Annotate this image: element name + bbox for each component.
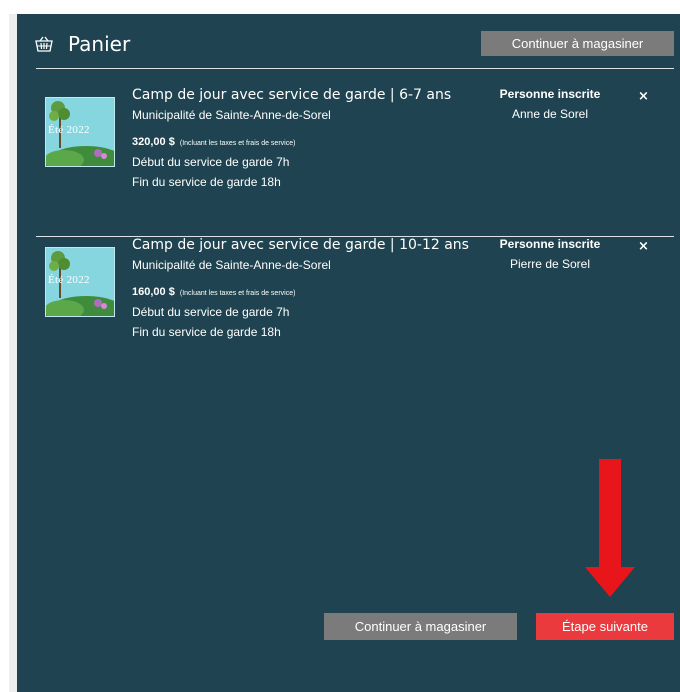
- activity-thumbnail: Été 2022: [45, 97, 115, 167]
- item-title: Camp de jour avec service de garde | 6-7…: [132, 87, 452, 103]
- item-detail-end: Fin du service de garde 18h: [132, 175, 281, 189]
- price-value: 160,00 $: [132, 286, 175, 298]
- thumbnail-text: Été 2022: [48, 124, 90, 136]
- continue-shopping-button-bottom[interactable]: Continuer à magasiner: [324, 613, 517, 640]
- red-arrow-down-icon: [585, 459, 635, 597]
- registered-person-label: Personne inscrite: [499, 237, 601, 251]
- item-detail-end: Fin du service de garde 18h: [132, 325, 281, 339]
- cart-item: Été 2022 Camp de jour avec service de ga…: [36, 219, 674, 369]
- registered-person-name: Anne de Sorel: [511, 107, 589, 121]
- price-note: (Incluant les taxes et frais de service): [179, 290, 296, 297]
- next-step-button[interactable]: Étape suivante: [536, 613, 674, 640]
- basket-icon: [35, 36, 53, 52]
- activity-thumbnail: Été 2022: [45, 247, 115, 317]
- cart-header: Panier Continuer à magasiner: [17, 14, 680, 68]
- item-detail-start: Début du service de garde 7h: [132, 305, 290, 319]
- registered-person-name: Pierre de Sorel: [509, 257, 591, 271]
- remove-item-button[interactable]: ×: [638, 239, 649, 254]
- item-municipality: Municipalité de Sainte-Anne-de-Sorel: [132, 258, 331, 272]
- thumbnail-text: Été 2022: [48, 274, 90, 286]
- item-title: Camp de jour avec service de garde | 10-…: [132, 237, 469, 253]
- registered-person-label: Personne inscrite: [499, 87, 601, 101]
- cart-panel: Panier Continuer à magasiner Été 2022 Ca…: [17, 14, 680, 692]
- page-title: Panier: [68, 32, 131, 56]
- item-price: 160,00 $ (Incluant les taxes et frais de…: [132, 286, 295, 298]
- item-municipality: Municipalité de Sainte-Anne-de-Sorel: [132, 108, 331, 122]
- left-edge-strip: [9, 14, 17, 692]
- price-value: 320,00 $: [132, 136, 175, 148]
- cart-item: Été 2022 Camp de jour avec service de ga…: [36, 69, 674, 219]
- item-price: 320,00 $ (Incluant les taxes et frais de…: [132, 136, 295, 148]
- item-detail-start: Début du service de garde 7h: [132, 155, 290, 169]
- remove-item-button[interactable]: ×: [638, 89, 649, 104]
- price-note: (Incluant les taxes et frais de service): [179, 140, 296, 147]
- continue-shopping-button-top[interactable]: Continuer à magasiner: [481, 31, 674, 56]
